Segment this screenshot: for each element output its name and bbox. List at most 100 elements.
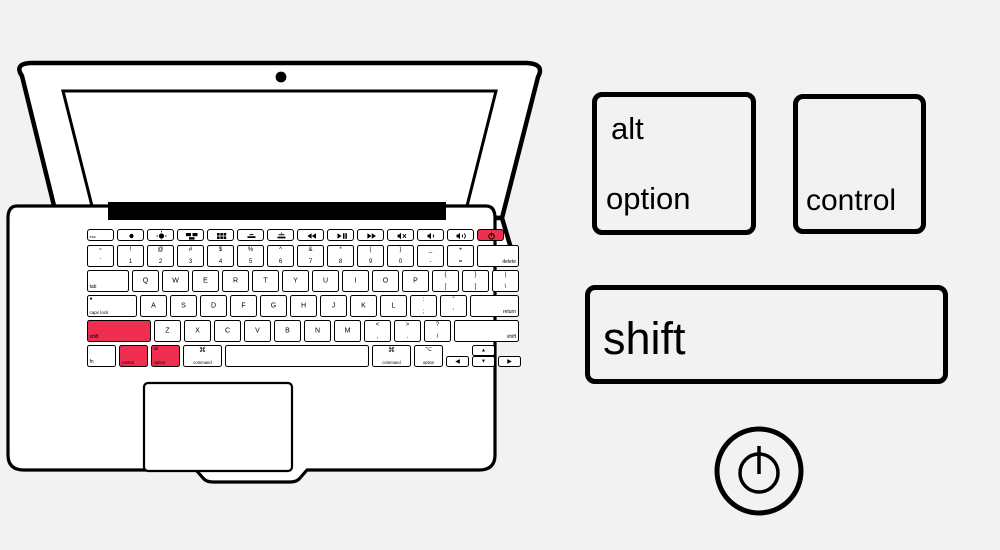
key-bracket-right[interactable]: } ]	[462, 270, 489, 292]
key-f6-keyboard-brightness-up[interactable]	[267, 229, 294, 241]
key-2[interactable]: @ 2	[147, 245, 174, 267]
key-5[interactable]: % 5	[237, 245, 264, 267]
key-6[interactable]: ^ 6	[267, 245, 294, 267]
key-option-left-bottom-label: option	[153, 359, 165, 365]
key-shift-right[interactable]: shift	[454, 320, 519, 342]
key-v[interactable]: V	[244, 320, 271, 342]
power-icon	[488, 232, 495, 240]
key-0-bottom-label: 0	[398, 259, 403, 265]
key-f4-launchpad[interactable]	[207, 229, 234, 241]
key-command-right[interactable]: ⌘ command	[372, 345, 411, 367]
key-f1-brightness-down[interactable]	[117, 229, 144, 241]
key-y-label: Y	[293, 277, 298, 285]
key-minus[interactable]: _ -	[417, 245, 444, 267]
key-semicolon-bottom-label: ;	[422, 309, 425, 315]
key-d[interactable]: D	[200, 295, 227, 317]
key-q[interactable]: Q	[132, 270, 159, 292]
key-f9-fast-forward[interactable]	[357, 229, 384, 241]
key-8[interactable]: * 8	[327, 245, 354, 267]
key-f10-mute[interactable]	[387, 229, 414, 241]
key-period[interactable]: > .	[394, 320, 421, 342]
key-arrow-left[interactable]: ◀	[446, 356, 469, 367]
key-u-label: U	[322, 277, 329, 285]
key-o[interactable]: O	[372, 270, 399, 292]
key-4[interactable]: $ 4	[207, 245, 234, 267]
key-f[interactable]: F	[230, 295, 257, 317]
key-backslash[interactable]: | \	[492, 270, 519, 292]
key-f12-volume-up[interactable]	[447, 229, 474, 241]
key-command-left[interactable]: ⌘ command	[183, 345, 222, 367]
key-comma[interactable]: < ,	[364, 320, 391, 342]
key-f3-mission-control[interactable]	[177, 229, 204, 241]
shift-key[interactable]: shift	[585, 285, 948, 384]
key-3[interactable]: # 3	[177, 245, 204, 267]
key-control-left[interactable]: control	[119, 345, 148, 367]
key-r-label: R	[232, 277, 239, 285]
key-power-function[interactable]	[477, 229, 504, 241]
key-u[interactable]: U	[312, 270, 339, 292]
key-g[interactable]: G	[260, 295, 287, 317]
key-y[interactable]: Y	[282, 270, 309, 292]
key-grave[interactable]: ~ `	[87, 245, 114, 267]
key-period-top-label: >	[405, 322, 410, 328]
key-9[interactable]: ( 9	[357, 245, 384, 267]
alt-option-key[interactable]: alt option	[592, 92, 756, 235]
key-f11-volume-down[interactable]	[417, 229, 444, 241]
key-option-left[interactable]: alt option	[151, 345, 180, 367]
key-1[interactable]: ! 1	[117, 245, 144, 267]
key-caps-lock[interactable]: ● caps lock	[87, 295, 137, 317]
key-f5-keyboard-brightness-down[interactable]	[237, 229, 264, 241]
key-7-bottom-label: 7	[308, 259, 313, 265]
key-p[interactable]: P	[402, 270, 429, 292]
key-arrow-right[interactable]: ▶	[498, 356, 521, 367]
key-quote[interactable]: " '	[440, 295, 467, 317]
key-9-bottom-label: 9	[368, 259, 373, 265]
key-j[interactable]: J	[320, 295, 347, 317]
key-bracket-left[interactable]: { [	[432, 270, 459, 292]
key-e[interactable]: E	[192, 270, 219, 292]
key-slash[interactable]: ? /	[424, 320, 451, 342]
key-z-label: Z	[165, 327, 170, 335]
key-a[interactable]: A	[140, 295, 167, 317]
key-7[interactable]: & 7	[297, 245, 324, 267]
key-x[interactable]: X	[184, 320, 211, 342]
power-button[interactable]	[713, 425, 805, 517]
key-f7-rewind[interactable]	[297, 229, 324, 241]
key-8-bottom-label: 8	[338, 259, 343, 265]
key-2-bottom-label: 2	[158, 259, 163, 265]
key-shift-left[interactable]: shift	[87, 320, 151, 342]
key-equals[interactable]: + =	[447, 245, 474, 267]
key-equals-top-label: +	[458, 247, 463, 253]
key-t[interactable]: T	[252, 270, 279, 292]
key-minus-top-label: _	[428, 247, 433, 253]
key-c[interactable]: C	[214, 320, 241, 342]
key-s[interactable]: S	[170, 295, 197, 317]
key-n[interactable]: N	[304, 320, 331, 342]
key-tab[interactable]: tab	[87, 270, 129, 292]
key-space[interactable]	[225, 345, 369, 367]
key-semicolon[interactable]: : ;	[410, 295, 437, 317]
key-l[interactable]: L	[380, 295, 407, 317]
key-esc[interactable]: esc	[87, 229, 114, 241]
key-m-label: M	[344, 327, 351, 335]
key-k[interactable]: K	[350, 295, 377, 317]
key-option-right[interactable]: ⌥ option	[414, 345, 443, 367]
key-return[interactable]: return	[470, 295, 519, 317]
key-r[interactable]: R	[222, 270, 249, 292]
key-arrow-up[interactable]: ▲	[472, 345, 495, 356]
key-fn[interactable]: fn	[87, 345, 116, 367]
key-bracket-left-top-label: {	[444, 272, 447, 278]
key-i[interactable]: I	[342, 270, 369, 292]
key-b[interactable]: B	[274, 320, 301, 342]
key-m[interactable]: M	[334, 320, 361, 342]
control-key[interactable]: control	[793, 94, 926, 234]
key-delete[interactable]: delete	[477, 245, 519, 267]
key-z[interactable]: Z	[154, 320, 181, 342]
key-f8-play-pause[interactable]	[327, 229, 354, 241]
key-h-label: H	[300, 302, 307, 310]
key-0[interactable]: ) 0	[387, 245, 414, 267]
key-f2-brightness-up[interactable]	[147, 229, 174, 241]
key-w[interactable]: W	[162, 270, 189, 292]
key-h[interactable]: H	[290, 295, 317, 317]
key-arrow-down[interactable]: ▼	[472, 356, 495, 367]
